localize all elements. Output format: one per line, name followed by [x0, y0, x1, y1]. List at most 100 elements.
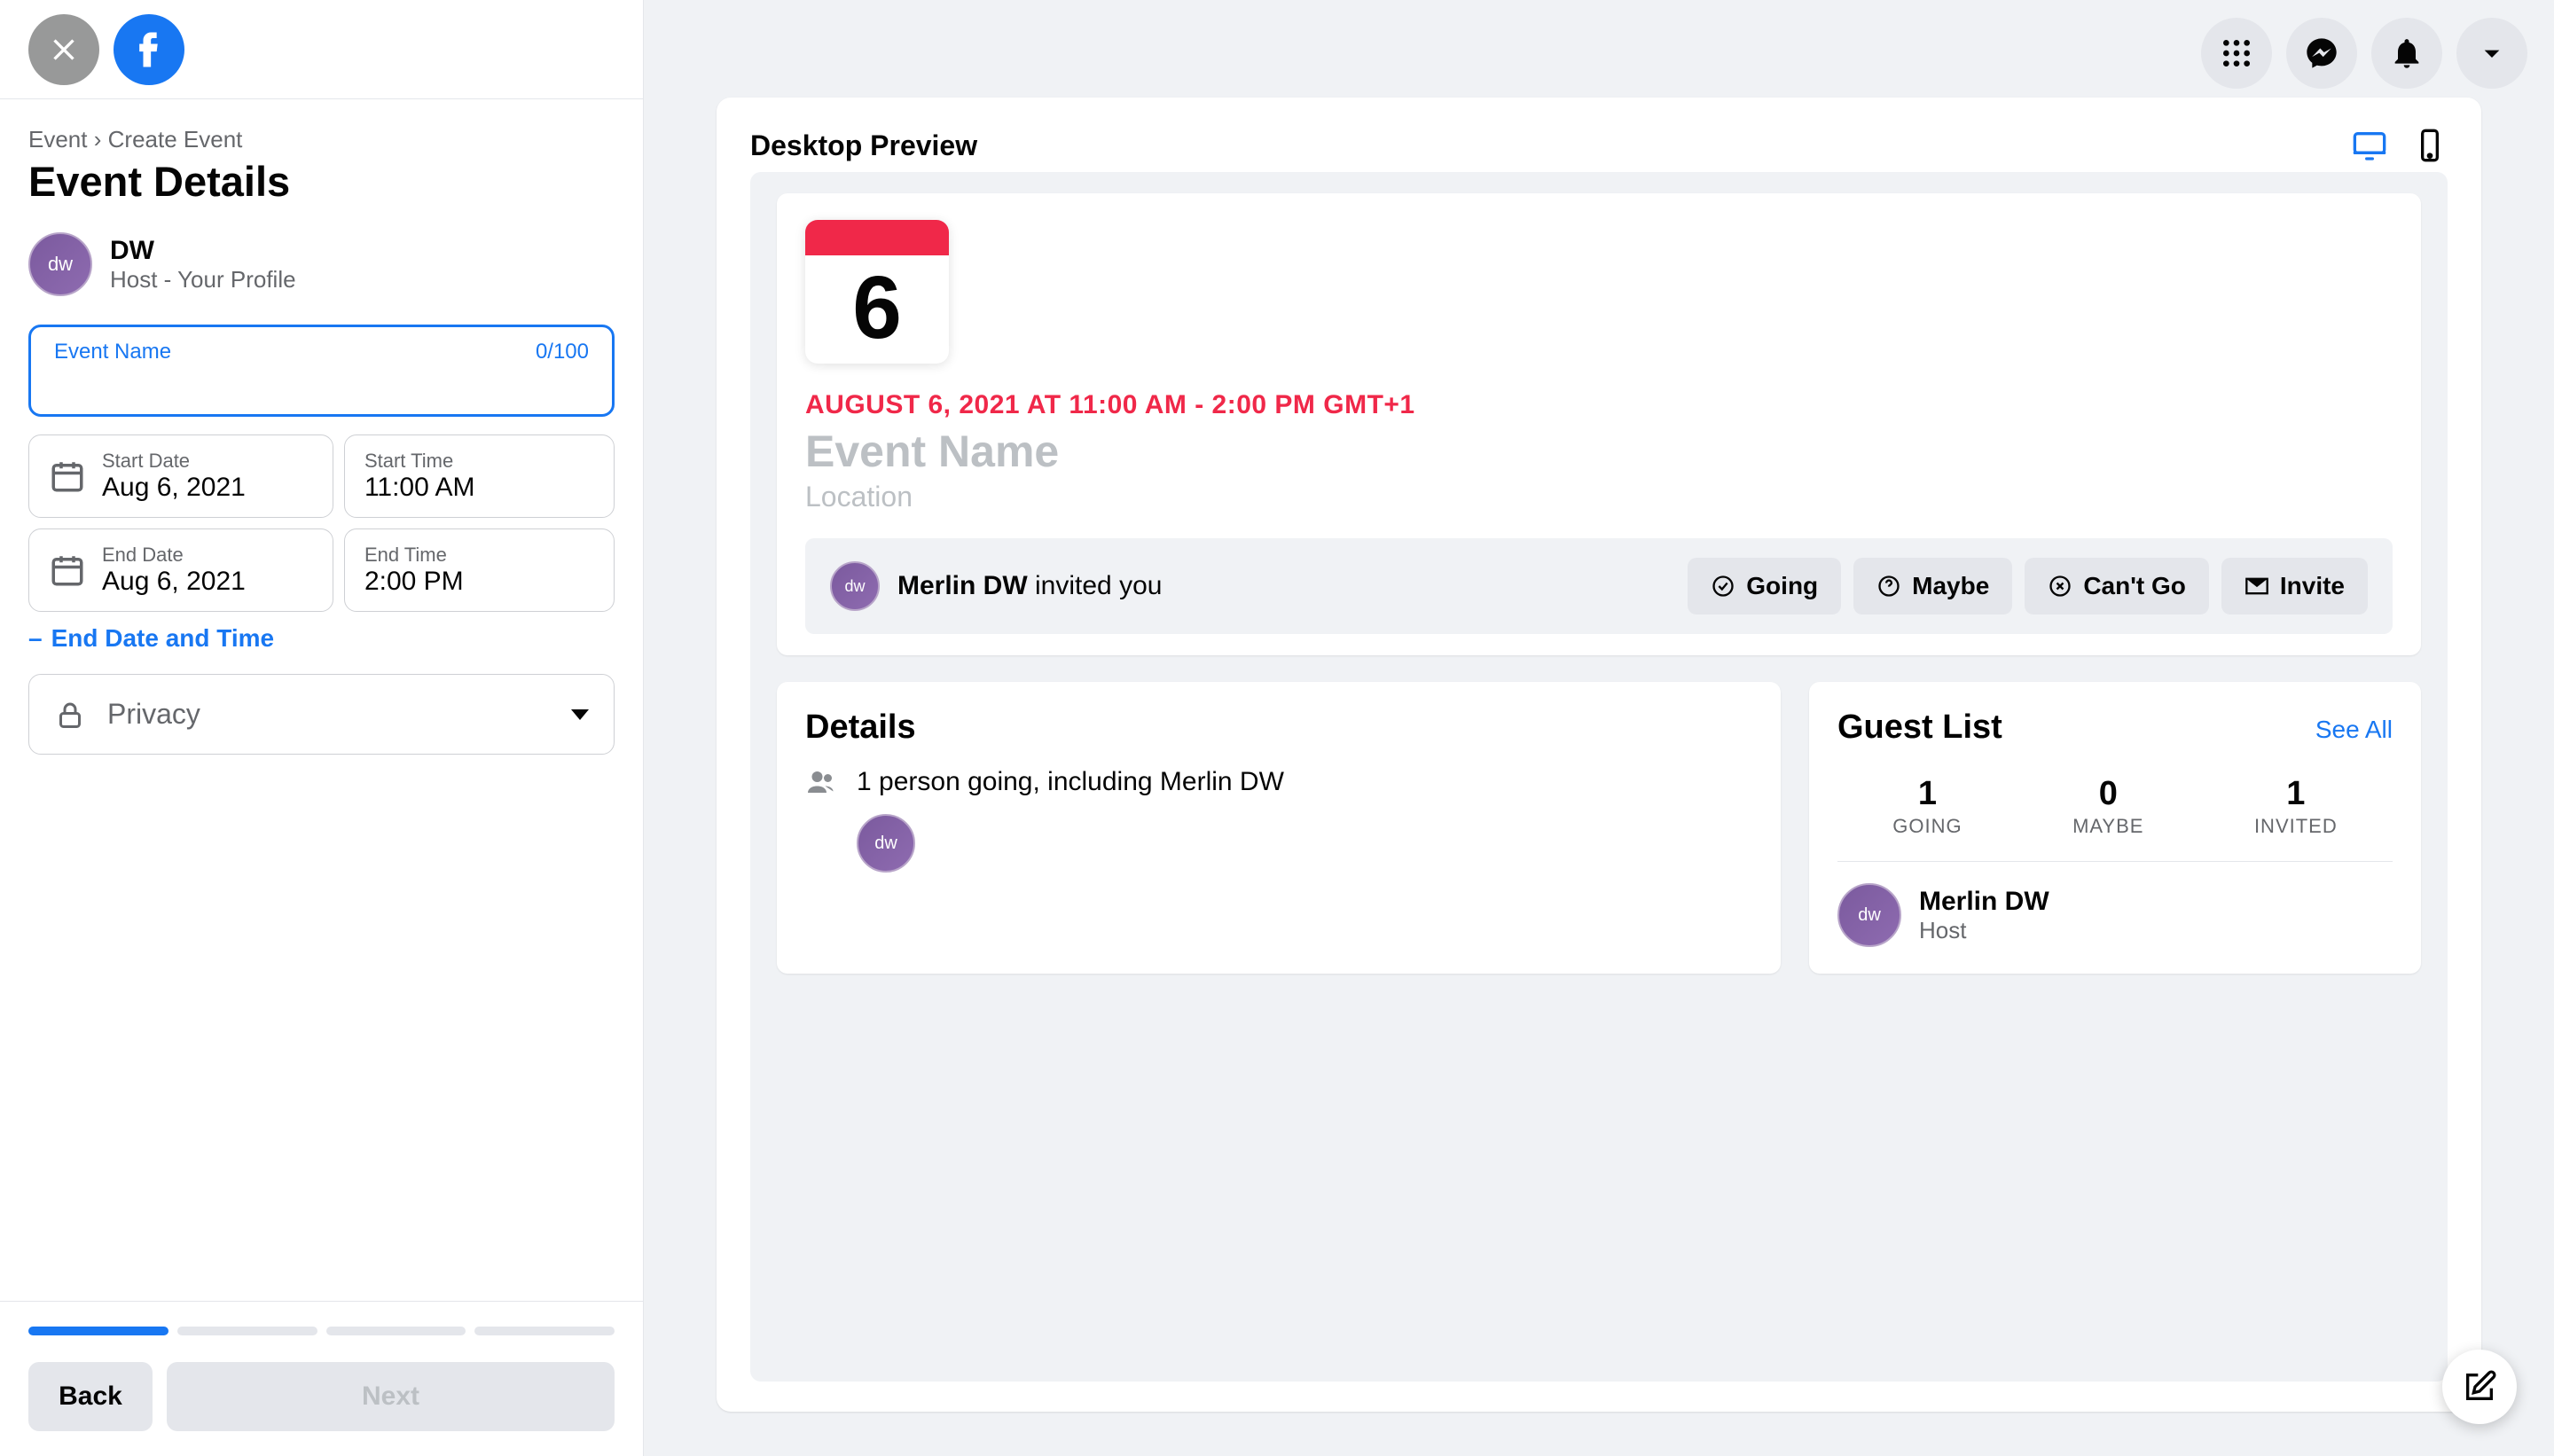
chevron-down-icon [571, 709, 589, 720]
main: Desktop Preview 6 AUGUST 6, 2021 AT 11:0… [644, 0, 2554, 1456]
invite-button[interactable]: Invite [2221, 558, 2368, 614]
remove-end-date-button[interactable]: – End Date and Time [28, 624, 615, 653]
guest-name: Merlin DW [1919, 887, 2049, 917]
calendar-icon [49, 458, 86, 495]
going-button[interactable]: Going [1688, 558, 1841, 614]
stat-maybe-label: MAYBE [2072, 815, 2143, 838]
host-subtitle: Host - Your Profile [110, 266, 296, 294]
invited-you-text: invited you [1035, 571, 1162, 600]
close-button[interactable] [28, 14, 99, 85]
invite-label: Invite [2280, 572, 2345, 600]
end-date-value: Aug 6, 2021 [102, 567, 246, 597]
maybe-label: Maybe [1912, 572, 1989, 600]
notifications-button[interactable] [2371, 18, 2442, 89]
envelope-icon [2245, 574, 2269, 599]
breadcrumb-current[interactable]: Create Event [108, 126, 243, 153]
compose-fab[interactable] [2442, 1350, 2517, 1424]
stat-invited[interactable]: 1 INVITED [2254, 775, 2338, 838]
host-avatar: dw [28, 232, 92, 296]
bell-icon [2389, 35, 2425, 71]
messenger-icon [2304, 35, 2339, 71]
stat-maybe[interactable]: 0 MAYBE [2072, 775, 2143, 838]
progress-step-2 [177, 1327, 317, 1335]
details-card: Details 1 person going, including Merlin… [777, 682, 1781, 974]
breadcrumb-root[interactable]: Event [28, 126, 88, 153]
cant-go-label: Can't Go [2083, 572, 2186, 600]
start-date-value: Aug 6, 2021 [102, 473, 246, 503]
guest-role: Host [1919, 917, 2049, 944]
progress-step-4 [474, 1327, 615, 1335]
page-title: Event Details [28, 157, 615, 206]
invite-text: Merlin DW invited you [897, 571, 1670, 601]
attendee-avatar[interactable]: dw [857, 814, 915, 873]
question-circle-icon [1876, 574, 1901, 599]
host-row[interactable]: dw DW Host - Your Profile [28, 232, 615, 296]
cant-go-button[interactable]: Can't Go [2025, 558, 2209, 614]
preview-card: Desktop Preview 6 AUGUST 6, 2021 AT 11:0… [717, 98, 2481, 1412]
start-time-field[interactable]: Start Time 11:00 AM [344, 434, 615, 518]
privacy-select[interactable]: Privacy [28, 674, 615, 755]
start-date-label: Start Date [102, 450, 246, 473]
facebook-logo[interactable] [114, 14, 184, 85]
sidebar: Event › Create Event Event Details dw DW… [0, 0, 644, 1456]
inviter-name: Merlin DW [897, 571, 1028, 600]
next-button[interactable]: Next [167, 1362, 615, 1431]
x-circle-icon [2048, 574, 2072, 599]
stat-maybe-num: 0 [2072, 775, 2143, 813]
event-date-line: AUGUST 6, 2021 AT 11:00 AM - 2:00 PM GMT… [805, 390, 2393, 420]
end-date-field[interactable]: End Date Aug 6, 2021 [28, 528, 333, 612]
event-name-label: Event Name [54, 340, 171, 364]
guest-row[interactable]: dw Merlin DW Host [1837, 883, 2393, 947]
progress-step-1 [28, 1327, 168, 1335]
end-time-label: End Time [364, 544, 464, 567]
end-time-field[interactable]: End Time 2:00 PM [344, 528, 615, 612]
mobile-preview-button[interactable] [2412, 128, 2448, 163]
lock-icon [54, 699, 86, 731]
host-name: DW [110, 236, 296, 266]
guest-list-card: Guest List See All 1 GOING 0 MAYBE [1809, 682, 2421, 974]
event-name-input[interactable] [54, 368, 589, 398]
stat-invited-label: INVITED [2254, 815, 2338, 838]
calendar-day: 6 [805, 255, 949, 360]
back-button[interactable]: Back [28, 1362, 153, 1431]
maybe-button[interactable]: Maybe [1853, 558, 2012, 614]
inviter-avatar: dw [830, 561, 880, 611]
breadcrumb: Event › Create Event [28, 126, 615, 153]
desktop-preview-button[interactable] [2352, 128, 2387, 163]
event-location-preview: Location [805, 481, 2393, 513]
guest-avatar: dw [1837, 883, 1901, 947]
chevron-down-icon [2474, 35, 2510, 71]
minus-icon: – [28, 624, 43, 653]
event-name-counter: 0/100 [536, 340, 589, 364]
calendar-icon [49, 552, 86, 589]
menu-grid-button[interactable] [2201, 18, 2272, 89]
end-time-value: 2:00 PM [364, 567, 464, 597]
calendar-badge: 6 [805, 220, 949, 364]
sidebar-footer: Back Next [0, 1301, 643, 1456]
sidebar-header [0, 0, 643, 99]
stat-going-label: GOING [1892, 815, 1962, 838]
messenger-button[interactable] [2286, 18, 2357, 89]
event-summary-card: 6 AUGUST 6, 2021 AT 11:00 AM - 2:00 PM G… [777, 193, 2421, 655]
start-date-field[interactable]: Start Date Aug 6, 2021 [28, 434, 333, 518]
details-heading: Details [805, 708, 1752, 747]
close-icon [46, 32, 82, 67]
edit-icon [2462, 1369, 2497, 1405]
progress-bar [28, 1327, 615, 1335]
check-circle-icon [1711, 574, 1735, 599]
stat-going-num: 1 [1892, 775, 1962, 813]
top-nav [2201, 18, 2527, 89]
event-name-field[interactable]: Event Name 0/100 [28, 325, 615, 417]
breadcrumb-sep: › [94, 126, 102, 153]
preview-title: Desktop Preview [750, 129, 977, 162]
progress-step-3 [326, 1327, 466, 1335]
account-menu-button[interactable] [2456, 18, 2527, 89]
grid-icon [2219, 35, 2254, 71]
remove-end-label: End Date and Time [51, 624, 275, 653]
stat-going[interactable]: 1 GOING [1892, 775, 1962, 838]
privacy-label: Privacy [107, 698, 550, 731]
start-time-label: Start Time [364, 450, 475, 473]
start-time-value: 11:00 AM [364, 473, 475, 503]
see-all-link[interactable]: See All [2315, 716, 2393, 744]
people-icon [805, 766, 837, 798]
